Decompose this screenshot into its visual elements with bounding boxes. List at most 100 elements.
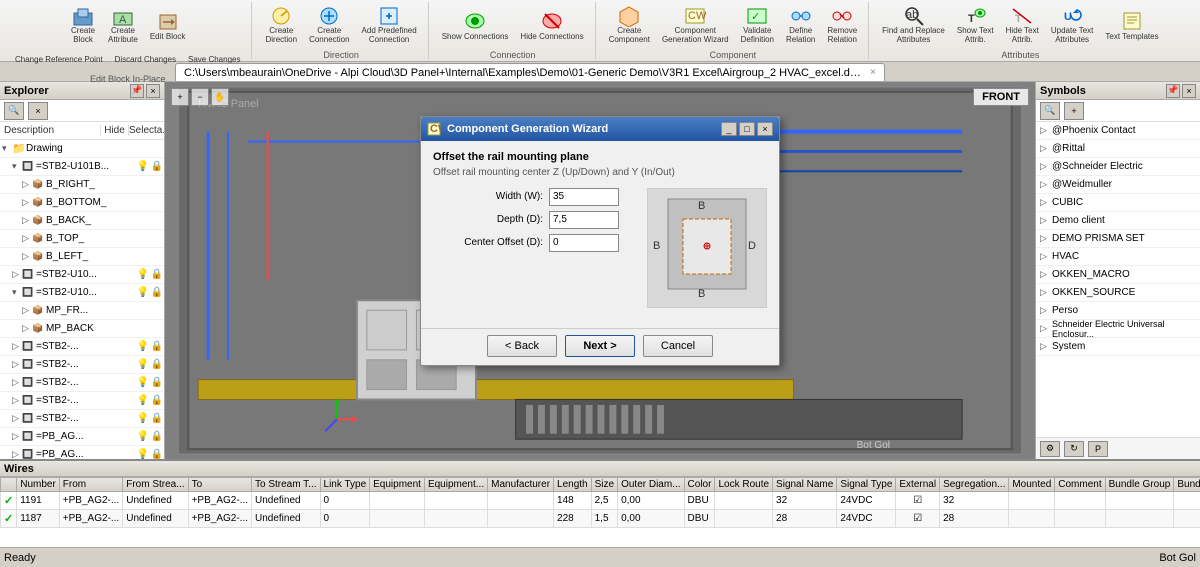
col-bundle-group[interactable]: Bundle Group — [1105, 478, 1174, 492]
viewport[interactable]: HVAC Panel FRONT + − ✋ Bot Gol CW — [165, 82, 1035, 459]
sym-row-perso[interactable]: ▷ Perso — [1036, 302, 1200, 320]
dialog-maximize-button[interactable]: □ — [739, 122, 755, 136]
component-wizard-dialog[interactable]: CW Component Generation Wizard _ □ × Off… — [420, 116, 780, 366]
symbols-filter-button[interactable]: P — [1088, 441, 1108, 457]
tree-row-btop[interactable]: ▷ 📦 B_TOP_ — [0, 230, 164, 248]
tree-row-stb2-5[interactable]: ▷ 🔲 =STB2-... 💡 🔒 — [0, 410, 164, 428]
symbols-close-button[interactable]: × — [1182, 84, 1196, 98]
explorer-pin-button[interactable]: 📌 — [130, 84, 144, 98]
explorer-close2-button[interactable]: × — [28, 102, 48, 120]
zoom-in-button[interactable]: + — [171, 88, 189, 106]
sym-row-rittal[interactable]: ▷ @Rittal — [1036, 140, 1200, 158]
discard-changes-button[interactable]: Discard Changes — [110, 50, 181, 70]
col-external[interactable]: External — [896, 478, 940, 492]
hide-text-attrib-button[interactable]: T Hide TextAttrib. — [1001, 4, 1044, 46]
define-relation-button[interactable]: DefineRelation — [781, 4, 820, 46]
sym-row-cubic[interactable]: ▷ CUBIC — [1036, 194, 1200, 212]
sym-row-weidmuller[interactable]: ▷ @Weidmuller — [1036, 176, 1200, 194]
sym-row-schneider[interactable]: ▷ @Schneider Electric — [1036, 158, 1200, 176]
pan-button[interactable]: ✋ — [211, 88, 229, 106]
col-length[interactable]: Length — [554, 478, 592, 492]
col-color[interactable]: Color — [684, 478, 715, 492]
symbols-add-button[interactable]: + — [1064, 102, 1084, 120]
dialog-next-button[interactable]: Next > — [565, 335, 635, 357]
dialog-close-button[interactable]: × — [757, 122, 773, 136]
sym-row-hvac[interactable]: ▷ HVAC — [1036, 248, 1200, 266]
col-link-type[interactable]: Link Type — [320, 478, 370, 492]
wire-row-1191[interactable]: ✓ 1191 +PB_AG2-... Undefined +PB_AG2-...… — [1, 492, 1200, 510]
symbols-search-button[interactable]: 🔍 — [1040, 102, 1060, 120]
col-to-stream[interactable]: To Stream T... — [252, 478, 321, 492]
dialog-back-button[interactable]: < Back — [487, 335, 557, 357]
tree-row-bright[interactable]: ▷ 📦 B_RIGHT_ — [0, 176, 164, 194]
sym-row-schneider-universal[interactable]: ▷ Schneider Electric Universal Enclosur.… — [1036, 320, 1200, 338]
tree-row-mpback[interactable]: ▷ 📦 MP_BACK — [0, 320, 164, 338]
col-bundle-group2[interactable]: Bundle Grou... — [1174, 478, 1200, 492]
sym-row-okken-source[interactable]: ▷ OKKEN_SOURCE — [1036, 284, 1200, 302]
text-templates-button[interactable]: Text Templates — [1100, 4, 1163, 46]
tree-row-stb2-u10a[interactable]: ▷ 🔲 =STB2-U10... 💡 🔒 — [0, 266, 164, 284]
explorer-close-button[interactable]: × — [146, 84, 160, 98]
edit-block-button[interactable]: Edit Block — [145, 4, 191, 46]
sym-row-demo-prisma[interactable]: ▷ DEMO PRISMA SET — [1036, 230, 1200, 248]
hide-connections-button[interactable]: Hide Connections — [515, 4, 588, 46]
width-input[interactable] — [549, 188, 619, 206]
col-size[interactable]: Size — [591, 478, 617, 492]
create-connection-button[interactable]: CreateConnection — [304, 4, 354, 46]
col-signal-name[interactable]: Signal Name — [773, 478, 837, 492]
tree-row-pb-ag1[interactable]: ▷ 🔲 =PB_AG... 💡 🔒 — [0, 428, 164, 446]
col-from-stream[interactable]: From Strea... — [123, 478, 188, 492]
col-number[interactable]: Number — [17, 478, 60, 492]
tree-row-drawing[interactable]: ▾ 📁 Drawing — [0, 140, 164, 158]
col-outer-diam[interactable]: Outer Diam... — [618, 478, 684, 492]
tree-row-bback[interactable]: ▷ 📦 B_BACK_ — [0, 212, 164, 230]
sym-row-system[interactable]: ▷ System — [1036, 338, 1200, 356]
tree-row-stb2-2[interactable]: ▷ 🔲 =STB2-... 💡 🔒 — [0, 356, 164, 374]
col-to[interactable]: To — [188, 478, 251, 492]
close-tab-icon[interactable]: × — [870, 67, 876, 78]
dialog-minimize-button[interactable]: _ — [721, 122, 737, 136]
col-from[interactable]: From — [59, 478, 122, 492]
symbols-refresh-button[interactable]: ↻ — [1064, 441, 1084, 457]
tree-row-bleft[interactable]: ▷ 📦 B_LEFT_ — [0, 248, 164, 266]
create-block-button[interactable]: CreateBlock — [65, 4, 101, 46]
symbols-settings-button[interactable]: ⚙ — [1040, 441, 1060, 457]
tree-eye-stb2[interactable]: 💡 — [136, 161, 150, 172]
col-equipment[interactable]: Equipment — [370, 478, 425, 492]
col-equipment2[interactable]: Equipment... — [424, 478, 487, 492]
change-reference-button[interactable]: Change Reference Point — [10, 50, 108, 70]
create-component-button[interactable]: CreateComponent — [604, 4, 655, 46]
col-segregation[interactable]: Segregation... — [940, 478, 1009, 492]
col-lock-route[interactable]: Lock Route — [715, 478, 773, 492]
col-manufacturer[interactable]: Manufacturer — [488, 478, 554, 492]
wires-table[interactable]: Number From From Strea... To To Stream T… — [0, 477, 1200, 547]
tree-lock-stb2[interactable]: 🔒 — [150, 161, 164, 172]
dialog-cancel-button[interactable]: Cancel — [643, 335, 713, 357]
wire-row-1187[interactable]: ✓ 1187 +PB_AG2-... Undefined +PB_AG2-...… — [1, 510, 1200, 528]
tree-row-stb2-1[interactable]: ▷ 🔲 =STB2-... 💡 🔒 — [0, 338, 164, 356]
show-text-attrib-button[interactable]: T Show TextAttrib. — [952, 4, 999, 46]
tree-row-mpfr[interactable]: ▷ 📦 MP_FR... — [0, 302, 164, 320]
zoom-out-button[interactable]: − — [191, 88, 209, 106]
col-signal-type[interactable]: Signal Type — [837, 478, 896, 492]
tree-row-stb2-u10b[interactable]: ▾ 🔲 =STB2-U10... 💡 🔒 — [0, 284, 164, 302]
create-attribute-button[interactable]: A CreateAttribute — [103, 4, 143, 46]
sym-row-demo-client[interactable]: ▷ Demo client — [1036, 212, 1200, 230]
sym-row-okken-macro[interactable]: ▷ OKKEN_MACRO — [1036, 266, 1200, 284]
update-text-button[interactable]: U Update TextAttributes — [1046, 4, 1099, 46]
show-connections-button[interactable]: Show Connections — [437, 4, 514, 46]
col-mounted[interactable]: Mounted — [1009, 478, 1055, 492]
center-offset-input[interactable] — [549, 234, 619, 252]
tree-row-stb2-3[interactable]: ▷ 🔲 =STB2-... 💡 🔒 — [0, 374, 164, 392]
symbols-pin-button[interactable]: 📌 — [1166, 84, 1180, 98]
sym-row-phoenix[interactable]: ▷ @Phoenix Contact — [1036, 122, 1200, 140]
col-comment[interactable]: Comment — [1055, 478, 1105, 492]
component-wizard-button[interactable]: CW ComponentGeneration Wizard — [657, 4, 734, 46]
validate-definition-button[interactable]: ✓ ValidateDefinition — [736, 4, 779, 46]
depth-input[interactable] — [549, 211, 619, 229]
add-predefined-connection-button[interactable]: Add PredefinedConnection — [357, 4, 422, 46]
create-direction-button[interactable]: CreateDirection — [260, 4, 302, 46]
find-replace-button[interactable]: ab Find and ReplaceAttributes — [877, 4, 950, 46]
tree-row-pb-ag2[interactable]: ▷ 🔲 =PB_AG... 💡 🔒 — [0, 446, 164, 459]
tree-row-bbottom[interactable]: ▷ 📦 B_BOTTOM_ — [0, 194, 164, 212]
